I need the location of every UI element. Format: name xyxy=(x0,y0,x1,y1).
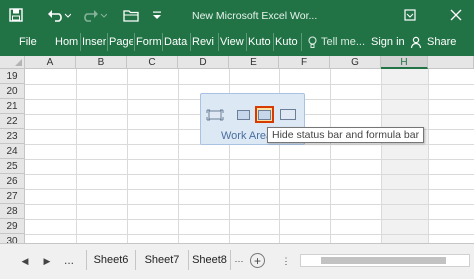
row-header[interactable]: 27 xyxy=(0,189,25,204)
sheet-overflow-ellipsis-icon[interactable]: ⋯ xyxy=(232,254,246,268)
column-header-d[interactable]: D xyxy=(178,56,229,69)
row-header[interactable]: 29 xyxy=(0,219,25,234)
row-header[interactable]: 25 xyxy=(0,159,25,174)
row-header[interactable]: 20 xyxy=(0,84,25,99)
tab-formulas[interactable]: Form xyxy=(136,33,161,51)
row-header[interactable]: 28 xyxy=(0,204,25,219)
row-header[interactable]: 21 xyxy=(0,99,25,114)
sheet-tab-sheet6[interactable]: Sheet6 xyxy=(86,250,136,270)
tab-kutools[interactable]: Kuto xyxy=(248,33,272,51)
normal-view-icon[interactable] xyxy=(278,106,297,123)
tab-separator xyxy=(107,33,108,51)
share-button[interactable]: Share xyxy=(410,33,456,51)
row-header[interactable]: 24 xyxy=(0,144,25,159)
sign-in-link[interactable]: Sign in xyxy=(371,33,405,51)
tooltip: Hide status bar and formula bar xyxy=(267,127,425,143)
column-header-e[interactable]: E xyxy=(229,56,279,69)
tab-separator xyxy=(218,33,219,51)
column-header-b[interactable]: B xyxy=(76,56,127,69)
more-sheets-ellipsis[interactable]: ... xyxy=(64,253,74,267)
add-sheet-button[interactable]: + xyxy=(250,253,265,268)
work-area-label: Work Area xyxy=(221,130,273,142)
title-bar: New Microsoft Excel Wor... xyxy=(0,0,474,30)
row-header[interactable]: 26 xyxy=(0,174,25,189)
sheet-tab-sheet8[interactable]: Sheet8 xyxy=(189,250,231,270)
column-header-blank xyxy=(428,56,474,69)
column-header-g[interactable]: G xyxy=(330,56,381,69)
save-icon[interactable] xyxy=(6,5,26,25)
tab-separator xyxy=(273,33,274,51)
worksheet-grid[interactable]: A B C D E F G H 19 20 21 22 23 24 25 26 … xyxy=(0,56,474,243)
tell-me-search[interactable]: Tell me... xyxy=(308,33,365,51)
tab-separator xyxy=(301,33,302,51)
tab-file[interactable]: File xyxy=(19,33,41,51)
row-header[interactable]: 22 xyxy=(0,114,25,129)
active-column-highlight xyxy=(381,69,428,243)
column-header-c[interactable]: C xyxy=(127,56,178,69)
close-icon[interactable] xyxy=(446,5,466,25)
redo-icon[interactable] xyxy=(80,5,110,25)
sheet-tab-bar: ◀ ▶ ... Sheet6 Sheet7 Sheet8 ⋯ + ⋮ xyxy=(0,243,474,279)
row-header[interactable]: 30 xyxy=(0,234,25,243)
row-header[interactable]: 19 xyxy=(0,69,25,84)
column-header-a[interactable]: A xyxy=(25,56,76,69)
tab-page-layout[interactable]: Page xyxy=(109,33,133,51)
scrollbar-thumb[interactable] xyxy=(321,257,446,264)
open-folder-icon[interactable] xyxy=(120,5,142,25)
sheet-tab-sheet7[interactable]: Sheet7 xyxy=(136,250,189,270)
tab-separator xyxy=(162,33,163,51)
restore-window-icon[interactable] xyxy=(400,5,420,25)
customize-toolbar-icon[interactable] xyxy=(150,5,164,25)
select-all-corner[interactable] xyxy=(0,56,25,69)
tab-insert[interactable]: Inser xyxy=(82,33,106,51)
horizontal-scrollbar[interactable] xyxy=(300,254,470,267)
row-header[interactable]: 23 xyxy=(0,129,25,144)
share-label: Share xyxy=(427,36,457,48)
tab-separator xyxy=(80,33,81,51)
tab-view[interactable]: View xyxy=(220,33,245,51)
column-header-f[interactable]: F xyxy=(279,56,330,69)
tab-separator xyxy=(134,33,135,51)
scroll-right-icon[interactable]: ▶ xyxy=(40,254,54,268)
tab-kutools-plus[interactable]: Kuto xyxy=(275,33,300,51)
tab-review[interactable]: Revi xyxy=(192,33,217,51)
share-person-icon xyxy=(410,36,422,48)
tab-separator xyxy=(190,33,191,51)
ribbon-tabs: File Hom Inser Page Form Data Revi View … xyxy=(0,30,474,56)
scroll-left-icon[interactable]: ◀ xyxy=(18,254,32,268)
tab-home[interactable]: Hom xyxy=(55,33,80,51)
lightbulb-icon xyxy=(308,35,317,48)
hide-status-formula-bar-icon[interactable] xyxy=(255,106,274,123)
undo-icon[interactable] xyxy=(44,5,74,25)
hide-ribbon-icon[interactable] xyxy=(234,106,253,123)
column-header-h[interactable]: H xyxy=(381,56,428,69)
full-screen-icon[interactable] xyxy=(205,106,224,123)
tell-me-text: Tell me... xyxy=(321,36,366,48)
window-title: New Microsoft Excel Wor... xyxy=(192,10,318,22)
tab-split-ellipsis-icon[interactable]: ⋮ xyxy=(279,254,293,268)
tab-separator xyxy=(246,33,247,51)
tab-data[interactable]: Data xyxy=(164,33,189,51)
